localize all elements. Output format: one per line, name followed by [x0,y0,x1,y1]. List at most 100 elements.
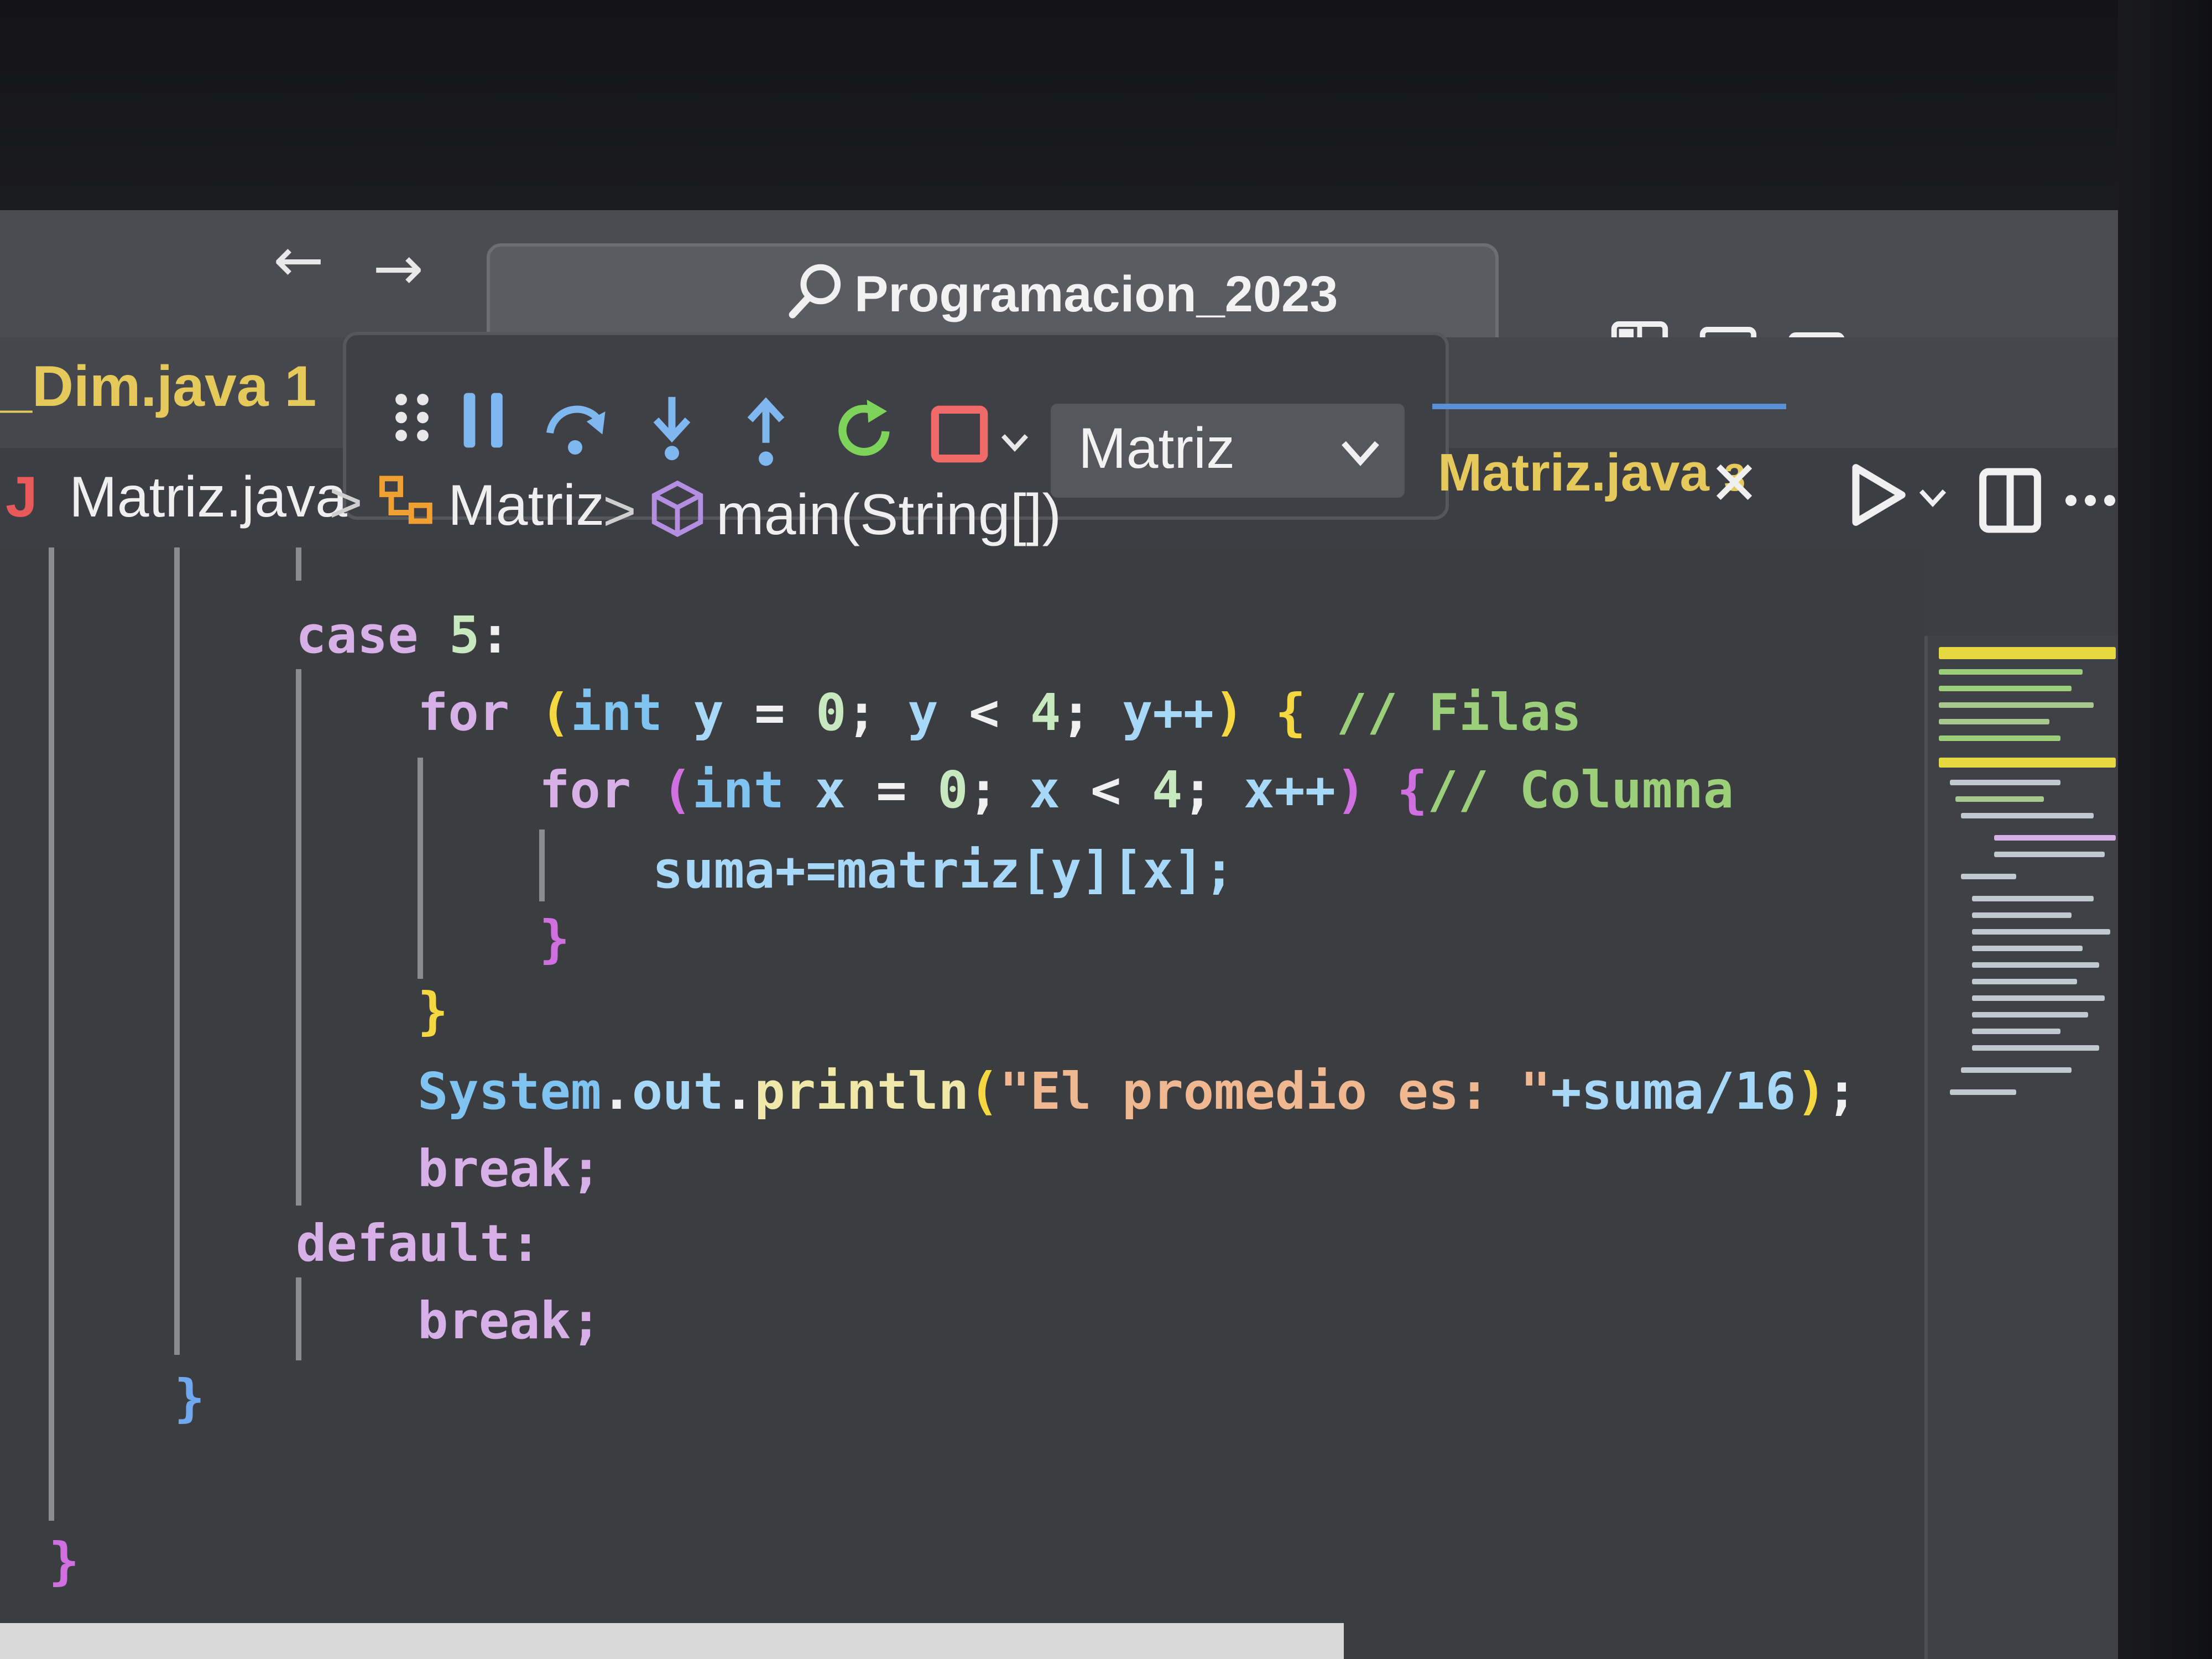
code-token: . [601,1062,632,1121]
minimap-line [1961,874,2016,879]
code-token: ) [1335,760,1366,820]
code-token: int [692,760,785,820]
code-token: { [1275,683,1306,742]
code-token: ; [1061,683,1122,742]
code-line: case 5: [296,606,510,665]
code-token: println [754,1062,969,1121]
step-into-icon[interactable] [636,393,708,465]
class-icon [379,476,432,524]
minimap-line [1972,1029,2060,1034]
code-token: : [479,606,510,665]
minimap-line [1972,995,2105,1001]
code-token: int [570,683,663,742]
indent-guide [49,547,54,1521]
code-token: ; [1182,760,1244,820]
minimap-line [1955,796,2044,802]
method-cube-icon [651,480,703,538]
code-token: ( [661,760,692,820]
java-file-icon: J [6,465,38,529]
minimap-line [1972,896,2094,901]
pause-icon[interactable] [448,384,520,456]
code-token: 4 [1030,683,1061,742]
code-line: System.out.println("El promedio es: "+su… [418,1062,1857,1121]
minimap[interactable] [1924,636,2121,1659]
indent-guide [296,1277,301,1360]
step-over-icon[interactable] [539,390,611,462]
minimap-line [1972,962,2099,968]
minimap-highlight [1939,647,2116,659]
step-out-icon[interactable] [730,395,802,467]
code-line: suma+=matriz[y][x]; [653,841,1235,900]
code-token: 0 [816,683,847,742]
code-token: out [632,1062,724,1121]
code-token: 5 [448,606,480,665]
stop-dropdown-chevron-icon[interactable] [995,426,1034,459]
indent-guide [296,669,301,1206]
breadcrumb-method[interactable]: main(String[]) [716,482,1061,548]
code-line: for (int x = 0; x < 4; x++) {// Columna [539,760,1734,820]
more-actions-icon[interactable] [2063,487,2118,514]
minimap-line [1939,702,2094,708]
drag-handle-icon[interactable] [376,382,448,453]
code-line: break; [418,1139,602,1198]
code-token: y++ [1121,683,1214,742]
close-tab-button[interactable]: ✕ [1709,448,1760,519]
forward-button[interactable]: → [365,235,431,301]
restart-icon[interactable] [830,395,901,467]
code-comment: // Filas [1336,683,1582,742]
code-token: System [418,1062,602,1121]
code-token: { [1396,760,1428,820]
code-token: ) [1796,1062,1827,1121]
code-token: case [296,606,419,665]
indent-guide [539,830,545,901]
minimap-line [1972,979,2077,984]
code-token: = [845,760,938,820]
code-line: for (int y = 0; y < 4; y++) { // Filas [418,683,1582,742]
code-token: ) [1214,683,1245,742]
code-line: } [174,1369,205,1428]
minimap-line [1972,929,2110,935]
code-token: ; [1826,1062,1858,1121]
minimap-line [1950,1089,2016,1095]
breadcrumb-class[interactable]: Matriz [448,473,604,539]
bottom-panel-edge [0,1623,1344,1659]
code-token: < [938,683,1030,742]
code-token: +suma/16 [1551,1062,1796,1121]
monitor-bezel [2118,0,2212,1659]
code-token: ( [540,683,571,742]
minimap-line [1972,946,2083,951]
code-string: "El promedio es: " [999,1062,1551,1121]
minimap-line [1939,686,2072,691]
workspace-title: Programacion_2023 [854,266,1338,322]
monitor-backdrop [0,0,2212,221]
code-line: default: [296,1214,541,1273]
code-token: . [723,1062,755,1121]
code-token: ; [846,683,908,742]
code-token: ( [969,1062,1000,1121]
code-line: } [49,1532,80,1591]
code-token: ; [968,760,1030,820]
breadcrumb-separator: > [603,479,637,543]
code-token: 4 [1151,760,1183,820]
minimap-line [1939,669,2083,675]
run-dropdown-chevron-icon[interactable] [1913,481,1952,514]
minimap-line [1961,1067,2072,1073]
split-editor-icon[interactable] [1974,465,2046,536]
breadcrumb-separator: > [329,471,363,535]
back-button[interactable]: ← [265,227,332,293]
run-icon[interactable] [1841,459,1913,531]
stop-icon[interactable] [924,398,995,470]
tab-dim-java[interactable]: _Dim.java 1 [0,354,316,420]
code-token: < [1060,760,1152,820]
code-token: y [693,683,724,742]
minimap-line [1994,835,2116,841]
minimap-line [1972,912,2072,918]
code-token: for [418,683,510,742]
minimap-line [1961,813,2094,818]
code-line: break; [418,1291,602,1350]
minimap-line [1939,719,2049,724]
code-comment: // Columna [1427,760,1734,820]
code-token: = [723,683,816,742]
breadcrumb-file[interactable]: Matriz.java [69,465,347,530]
code-token: y [907,683,938,742]
